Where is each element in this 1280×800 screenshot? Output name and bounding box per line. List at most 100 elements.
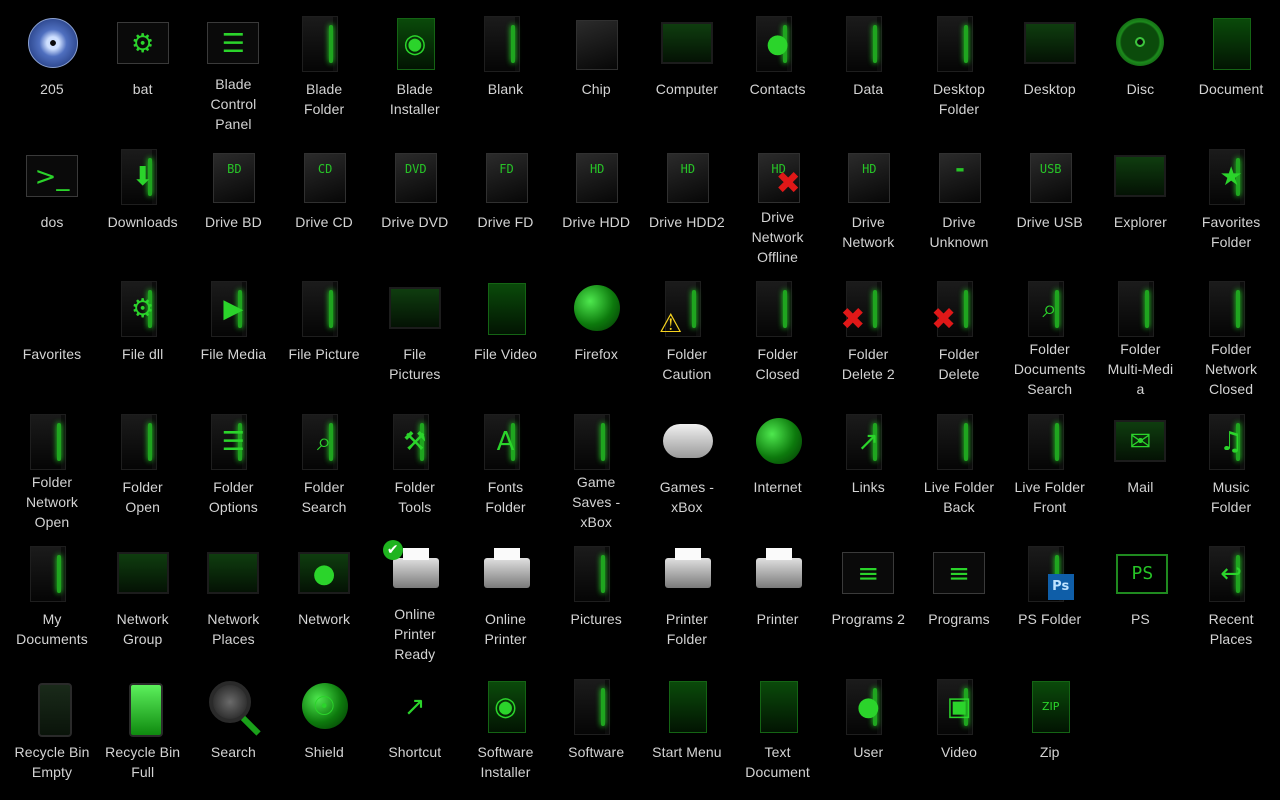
desktop-icon-live-folder-back[interactable]: Live Folder Back xyxy=(914,404,1004,532)
desktop-icon-pictures-folder[interactable]: Pictures xyxy=(551,536,641,664)
printer-icon xyxy=(750,546,806,602)
desktop-icon-folder-closed[interactable]: Folder Closed xyxy=(733,271,823,399)
desktop-icon-network[interactable]: ● Network xyxy=(279,536,369,664)
desktop-icon-drive-hdd[interactable]: HD Drive HDD xyxy=(551,139,641,267)
desktop-icon-network-places[interactable]: Network Places xyxy=(188,536,278,664)
desktop-icon-explorer-windows[interactable]: Explorer xyxy=(1095,139,1185,267)
icon-label: Network xyxy=(298,611,351,627)
desktop-icon-recycle-bin-empty[interactable]: Recycle Bin Empty xyxy=(7,669,97,797)
desktop-icon-gamepad[interactable]: Games - xBox xyxy=(642,404,732,532)
desktop-icon-shortcut-arrow[interactable]: ↗ Shortcut xyxy=(370,669,460,797)
software-installer-icon: ◉ xyxy=(478,679,534,735)
icon-label: My Documents xyxy=(16,611,88,647)
programs-window-icon: ≡ xyxy=(931,546,987,602)
desktop-icon-folder-delete2[interactable]: ✖ Folder Delete 2 xyxy=(823,271,913,399)
desktop-icon-software-installer[interactable]: ◉ Software Installer xyxy=(461,669,551,797)
desktop-icon-music-folder[interactable]: ♫ Music Folder xyxy=(1186,404,1276,532)
desktop-icon-programs2-window[interactable]: ≡ Programs 2 xyxy=(823,536,913,664)
desktop-icon-star[interactable]: Favorites xyxy=(7,271,97,399)
desktop-icon-video-camera[interactable]: ▣ Video xyxy=(914,669,1004,797)
desktop-icon-programs-window[interactable]: ≡ Programs xyxy=(914,536,1004,664)
desktop-icon-folder-multimedia[interactable]: Folder Multi-Medi a xyxy=(1095,271,1185,399)
desktop-icon-ps[interactable]: PS PS xyxy=(1095,536,1185,664)
desktop-icon-search[interactable]: Search xyxy=(188,669,278,797)
icon-label: Desktop Folder xyxy=(932,81,986,117)
desktop-icon-file-pictures[interactable]: File Pictures xyxy=(370,271,460,399)
desktop-icon-folder-delete[interactable]: ✖ Folder Delete xyxy=(914,271,1004,399)
desktop-icon-chip[interactable]: Chip xyxy=(551,6,641,134)
desktop-icon-green-disc[interactable]: Disc xyxy=(1095,6,1185,134)
desktop-icon-downloads-folder[interactable]: ⬇ Downloads xyxy=(98,139,188,267)
chip-icon xyxy=(568,16,624,72)
drive-hdd-icon: HD xyxy=(568,149,624,205)
desktop-icon-desktop[interactable]: Desktop xyxy=(1005,6,1095,134)
desktop-icon-desktop-folder[interactable]: Desktop Folder xyxy=(914,6,1004,134)
desktop-icon-favorites-folder[interactable]: ★ Favorites Folder xyxy=(1186,139,1276,267)
desktop-icon-drive-unknown[interactable]: ▬ Drive Unknown xyxy=(914,139,1004,267)
data-folder-icon xyxy=(840,16,896,72)
desktop-icon-installer[interactable]: ◉ Blade Installer xyxy=(370,6,460,134)
desktop-icon-game-saves[interactable]: Game Saves - xBox xyxy=(551,404,641,532)
desktop-icon-file-dll[interactable]: ⚙ File dll xyxy=(98,271,188,399)
desktop-icon-zip[interactable]: ZIP Zip xyxy=(1005,669,1095,797)
desktop-icon-user[interactable]: ● User xyxy=(823,669,913,797)
desktop-icon-links-folder[interactable]: ↗ Links xyxy=(823,404,913,532)
desktop-icon-file-picture[interactable]: File Picture xyxy=(279,271,369,399)
desktop-icon-printer-folder[interactable]: Printer Folder xyxy=(642,536,732,664)
desktop-icon-folder-network-open[interactable]: Folder Network Open xyxy=(7,404,97,532)
desktop-icon-contacts[interactable]: ● Contacts xyxy=(733,6,823,134)
desktop-icon-firefox[interactable]: Firefox xyxy=(551,271,641,399)
icon-label: File Media xyxy=(200,346,267,362)
desktop-icon-drive-usb[interactable]: USB Drive USB xyxy=(1005,139,1095,267)
desktop-icon-document[interactable]: Document xyxy=(1186,6,1276,134)
icon-label: Drive BD xyxy=(204,213,262,230)
desktop-icon-folder-options[interactable]: ☰ Folder Options xyxy=(188,404,278,532)
desktop-icon-drive-network[interactable]: HD Drive Network xyxy=(823,139,913,267)
desktop-icon-software-folder[interactable]: Software xyxy=(551,669,641,797)
drive-unknown-icon: ▬ xyxy=(931,149,987,205)
desktop-icon-drive-fd[interactable]: FD Drive FD xyxy=(461,139,551,267)
desktop-folder-icon xyxy=(931,16,987,72)
mail-icon: ✉ xyxy=(1112,414,1168,470)
desktop-icon-ps-folder[interactable]: Ps PS Folder xyxy=(1005,536,1095,664)
desktop-icon-folder-network-closed[interactable]: Folder Network Closed xyxy=(1186,271,1276,399)
desktop-icon-drive-dvd[interactable]: DVD Drive DVD xyxy=(370,139,460,267)
desktop-icon-folder[interactable]: Blade Folder xyxy=(279,6,369,134)
desktop-icon-drive-network-offline[interactable]: HD ✖ Drive Network Offline xyxy=(733,139,823,267)
desktop-icon-blank-file[interactable]: Blank xyxy=(461,6,551,134)
desktop-icon-drive-bd[interactable]: BD Drive BD xyxy=(188,139,278,267)
desktop-icon-drive-hdd2[interactable]: HD Drive HDD2 xyxy=(642,139,732,267)
desktop-icon-folder-documents-search[interactable]: ⌕ Folder Documents Search xyxy=(1005,271,1095,399)
desktop-icon-online-printer[interactable]: Online Printer xyxy=(461,536,551,664)
desktop-icon-printer-ready[interactable]: ✔ Online Printer Ready xyxy=(370,536,460,664)
desktop-icon-globe[interactable]: Internet xyxy=(733,404,823,532)
desktop-icon-folder-tools[interactable]: ⚒ Folder Tools xyxy=(370,404,460,532)
desktop-icon-folder-open[interactable]: Folder Open xyxy=(98,404,188,532)
desktop-icon-my-documents[interactable]: My Documents xyxy=(7,536,97,664)
desktop-icon-network-group[interactable]: Network Group xyxy=(98,536,188,664)
desktop-icon-file-video[interactable]: File Video xyxy=(461,271,551,399)
desktop-icon-file-media[interactable]: ▶ File Media xyxy=(188,271,278,399)
desktop-icon-text-document[interactable]: Text Document xyxy=(733,669,823,797)
desktop-icon-terminal[interactable]: >_ dos xyxy=(7,139,97,267)
desktop-icon-fonts-folder[interactable]: A Fonts Folder xyxy=(461,404,551,532)
desktop-icon-blue-disc[interactable]: 205 xyxy=(7,6,97,134)
desktop-icon-live-folder-front[interactable]: Live Folder Front xyxy=(1005,404,1095,532)
icon-label: Network Places xyxy=(207,611,260,647)
desktop-icon-folder-caution[interactable]: ⚠ Folder Caution xyxy=(642,271,732,399)
desktop-icon-control-panel[interactable]: ☰ Blade Control Panel xyxy=(188,6,278,134)
desktop-icon-recent-places[interactable]: ↩ Recent Places xyxy=(1186,536,1276,664)
icon-label: Recent Places xyxy=(1208,611,1254,647)
desktop-icon-mail[interactable]: ✉ Mail xyxy=(1095,404,1185,532)
icon-label: Network Group xyxy=(116,611,169,647)
desktop-icon-start-menu[interactable]: Start Menu xyxy=(642,669,732,797)
desktop-icon-data-folder[interactable]: Data xyxy=(823,6,913,134)
desktop-icon-gear-window[interactable]: ⚙ bat xyxy=(98,6,188,134)
desktop-icon-recycle-bin-full[interactable]: Recycle Bin Full xyxy=(98,669,188,797)
desktop-icon-shield[interactable]: ☉ Shield xyxy=(279,669,369,797)
desktop-icon-drive-cd[interactable]: CD Drive CD xyxy=(279,139,369,267)
icon-label: Blade Control Panel xyxy=(210,76,257,132)
desktop-icon-printer[interactable]: Printer xyxy=(733,536,823,664)
desktop-icon-folder-search[interactable]: ⌕ Folder Search xyxy=(279,404,369,532)
desktop-icon-computer-monitor[interactable]: Computer xyxy=(642,6,732,134)
